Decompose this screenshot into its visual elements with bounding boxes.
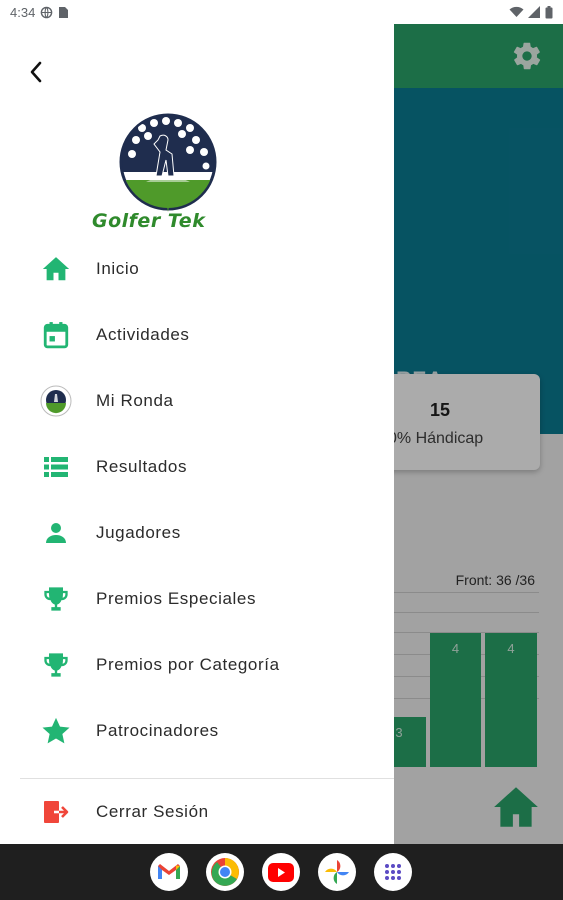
menu-label: Jugadores: [96, 523, 181, 542]
trophy-icon: [40, 583, 72, 615]
status-bar: 4:34: [0, 0, 563, 24]
status-time: 4:34: [10, 4, 36, 20]
menu-item-jugadores[interactable]: Jugadores: [0, 505, 394, 561]
star-icon: [40, 715, 72, 747]
signal-icon: [528, 6, 540, 18]
menu-label: Actividades: [96, 325, 190, 344]
vpn-icon: [41, 6, 53, 18]
sim-icon: [59, 6, 69, 18]
list-icon: [40, 451, 72, 483]
calendar-icon: [40, 319, 72, 351]
menu-label: Premios por Categoría: [96, 655, 280, 674]
back-button[interactable]: [20, 56, 52, 88]
menu-item-actividades[interactable]: Actividades: [0, 307, 394, 363]
logo-text: Golfer Tek: [92, 210, 206, 232]
navigation-drawer: Golfer Tek Inicio Actividades Mi Ronda R…: [0, 24, 394, 844]
logout-icon: [40, 796, 72, 828]
menu-item-premios-por-categoria[interactable]: Premios por Categoría: [0, 637, 394, 693]
menu-label: Resultados: [96, 457, 188, 476]
chrome-icon[interactable]: [206, 853, 244, 891]
home-icon: [40, 253, 72, 285]
menu-label: Cerrar Sesión: [96, 802, 209, 821]
person-icon: [40, 517, 72, 549]
golfer-logo-icon: [119, 113, 217, 212]
menu-item-inicio[interactable]: Inicio: [0, 241, 394, 297]
menu-item-premios-especiales[interactable]: Premios Especiales: [0, 571, 394, 627]
wifi-icon: [509, 6, 524, 17]
golfertek-logo: Golfer Tek: [86, 112, 226, 237]
menu-label: Premios Especiales: [96, 589, 257, 608]
app-dock: [0, 844, 563, 900]
youtube-icon[interactable]: [262, 853, 300, 891]
menu-item-cerrar-sesion[interactable]: Cerrar Sesión: [0, 784, 394, 840]
golf-logo-icon: [40, 385, 72, 417]
menu-label: Inicio: [96, 259, 140, 278]
menu-item-resultados[interactable]: Resultados: [0, 439, 394, 495]
photos-icon[interactable]: [318, 853, 356, 891]
trophy-icon: [40, 649, 72, 681]
menu-item-patrocinadores[interactable]: Patrocinadores: [0, 703, 394, 759]
menu-item-mi-ronda[interactable]: Mi Ronda: [0, 373, 394, 429]
chevron-left-icon: [30, 61, 42, 83]
gmail-icon[interactable]: [150, 853, 188, 891]
battery-icon: [545, 5, 553, 18]
menu-label: Mi Ronda: [96, 391, 174, 410]
apps-icon[interactable]: [374, 853, 412, 891]
menu-divider: [20, 778, 394, 779]
menu-label: Patrocinadores: [96, 721, 219, 740]
